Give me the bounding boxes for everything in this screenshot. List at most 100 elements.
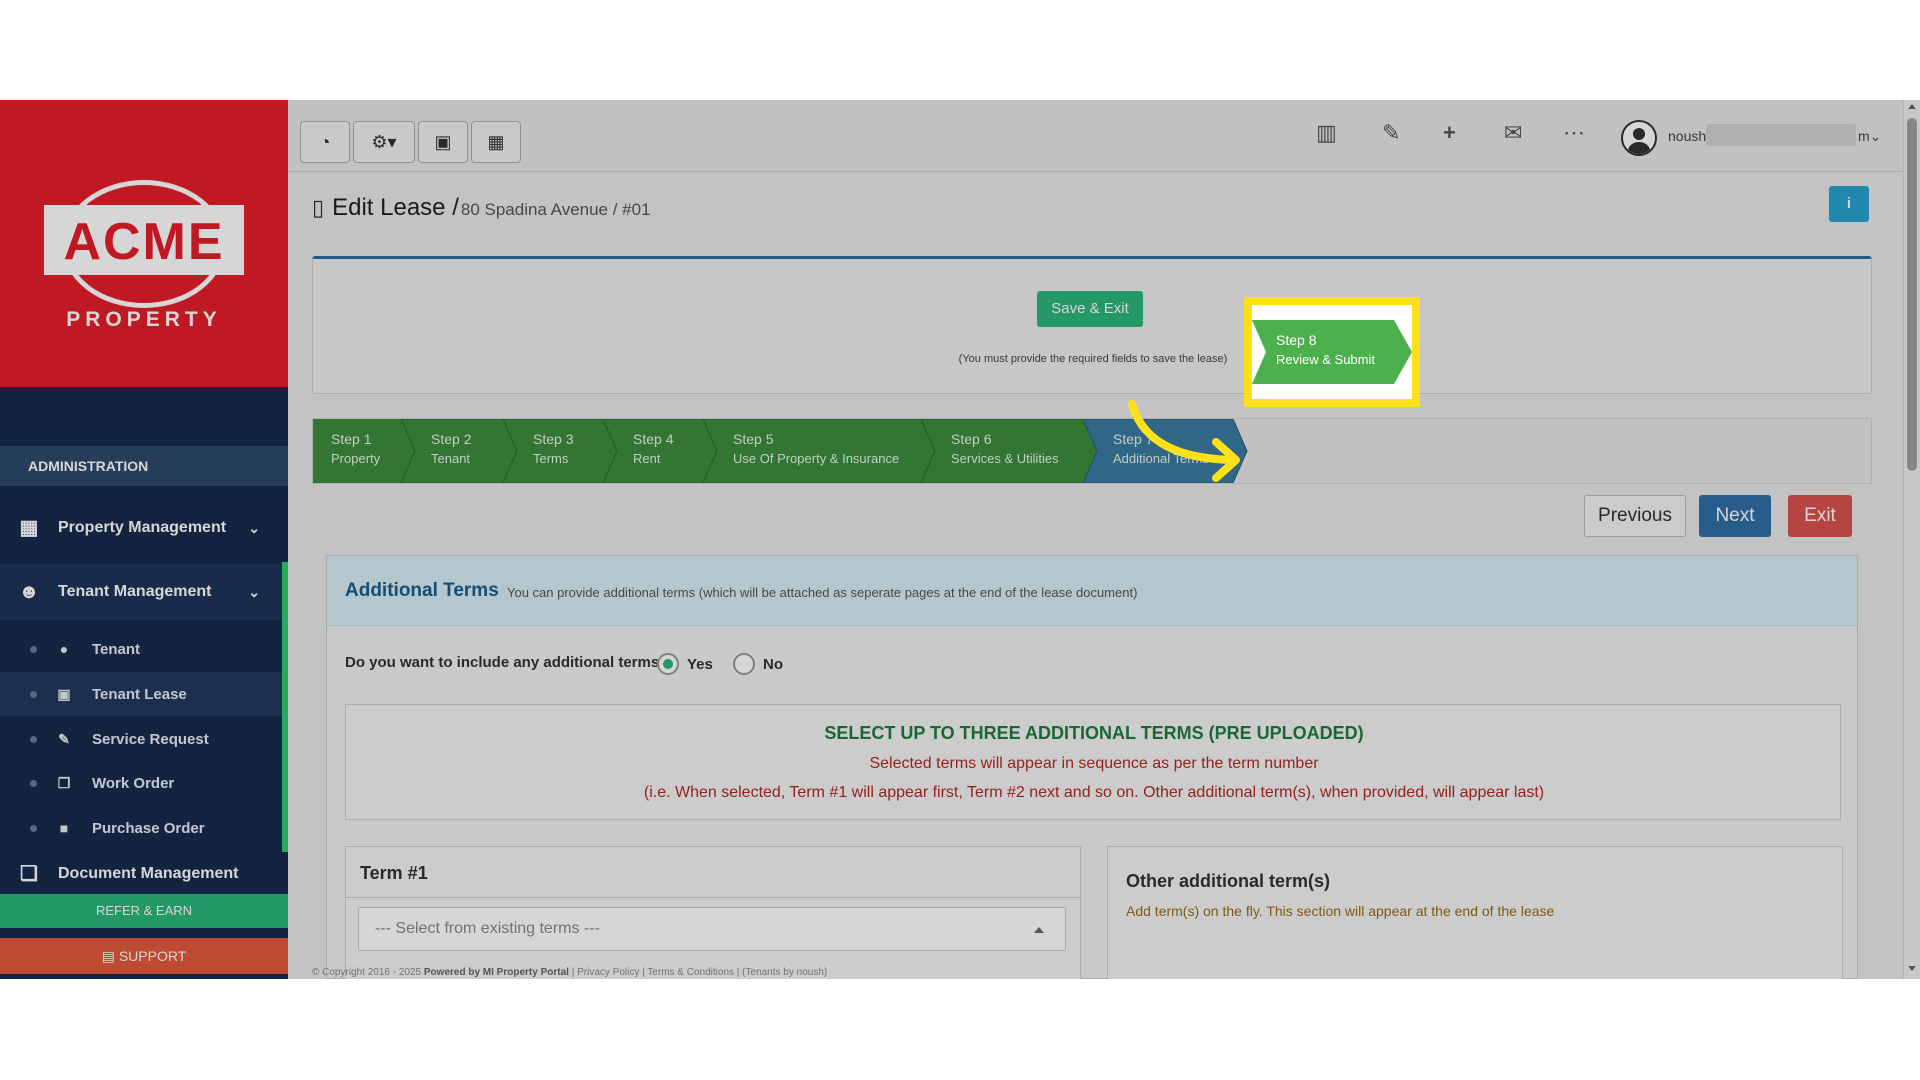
step-8-title[interactable]: Step 8 bbox=[1276, 332, 1316, 348]
yes-radio[interactable] bbox=[657, 653, 679, 675]
page-scrollbar[interactable] bbox=[1903, 100, 1920, 979]
exit-button[interactable]: Exit bbox=[1788, 495, 1852, 537]
reports-icon[interactable]: ▥ bbox=[1316, 120, 1337, 146]
chevron-down-icon: ⌄ bbox=[248, 519, 260, 536]
step-4[interactable]: Step 4 Rent bbox=[615, 419, 673, 483]
step-6[interactable]: Step 6 Services & Utilities bbox=[933, 419, 1059, 483]
footer: © Copyright 2016 - 2025 Powered by MI Pr… bbox=[312, 967, 827, 978]
save-note: (You must provide the required fields to… bbox=[958, 353, 1228, 365]
more-icon[interactable]: ⋯ bbox=[1563, 120, 1585, 146]
chevron-down-icon: ⌄ bbox=[1869, 128, 1882, 144]
step-title: Step 1 bbox=[331, 431, 372, 447]
step-title: Step 4 bbox=[633, 431, 674, 447]
section-description: You can provide additional terms (which … bbox=[507, 585, 1138, 600]
next-button[interactable]: Next bbox=[1699, 495, 1771, 537]
sidebar-sub-tenant-lease[interactable]: ▣ Tenant Lease bbox=[0, 672, 282, 716]
app-window: ACME PROPERTY ADMINISTRATION ▦ Property … bbox=[0, 100, 1920, 979]
info-icon: i bbox=[1846, 195, 1852, 212]
user-icon: ● bbox=[59, 641, 69, 657]
add-icon[interactable]: + bbox=[1443, 120, 1456, 146]
scroll-up-icon[interactable] bbox=[1908, 104, 1916, 109]
calculator-icon: ▦ bbox=[487, 132, 505, 152]
notice-line: (i.e. When selected, Term #1 will appear… bbox=[643, 784, 1545, 801]
user-name-tail: m bbox=[1858, 128, 1870, 144]
wrench-icon: ✎ bbox=[58, 730, 70, 747]
footer-links[interactable]: | Privacy Policy | Terms & Conditions | bbox=[572, 967, 740, 978]
term-1-title: Term #1 bbox=[360, 863, 428, 883]
sidebar-item-label: Property Management bbox=[58, 519, 227, 536]
footer-powered-link[interactable]: Powered by MI Property Portal bbox=[424, 967, 569, 978]
step-5[interactable]: Step 5 Use Of Property & Insurance bbox=[715, 419, 899, 483]
tree-dot bbox=[30, 735, 37, 743]
book-icon: ▤ bbox=[101, 948, 119, 964]
calendar-button[interactable]: ▣ bbox=[418, 121, 468, 163]
page-subtitle: 80 Spadina Avenue / #01 bbox=[460, 200, 651, 219]
dashboard-icon: ◔ bbox=[319, 132, 331, 152]
other-terms-note: Add term(s) on the fly. This section wil… bbox=[1126, 903, 1555, 919]
no-label[interactable]: No bbox=[763, 656, 783, 673]
save-exit-button[interactable]: Save & Exit bbox=[1037, 291, 1143, 327]
sidebar-sub-tenant[interactable]: ● Tenant bbox=[0, 627, 282, 671]
logo-name: ACME bbox=[63, 213, 225, 271]
other-terms-title: Other additional term(s) bbox=[1126, 871, 1331, 891]
users-icon: ☻ bbox=[18, 581, 40, 603]
wrench-icon[interactable]: ✎ bbox=[1382, 120, 1400, 146]
step-name: Use Of Property & Insurance bbox=[733, 451, 900, 466]
refer-earn-button[interactable]: REFER & EARN bbox=[0, 894, 288, 928]
additional-terms-header: Additional Terms You can provide additio… bbox=[327, 556, 1857, 626]
step-1[interactable]: Step 1 Property bbox=[313, 419, 380, 483]
settings-dropdown[interactable]: ⚙▾ bbox=[353, 121, 415, 163]
dashboard-button[interactable]: ◔ bbox=[300, 121, 350, 163]
main-content: ▯ Edit Lease /80 Spadina Avenue / #01 i S… bbox=[288, 172, 1903, 979]
sidebar-item-label: Document Management bbox=[58, 865, 239, 882]
no-radio[interactable] bbox=[733, 653, 755, 675]
calendar-icon: ▣ bbox=[434, 132, 452, 152]
brand-logo[interactable]: ACME PROPERTY bbox=[0, 100, 288, 387]
sidebar-sub-service-request[interactable]: ✎ Service Request bbox=[0, 717, 282, 761]
include-terms-question: Do you want to include any additional te… bbox=[345, 654, 669, 671]
scroll-down-icon[interactable] bbox=[1908, 966, 1916, 971]
step-name: Rent bbox=[633, 451, 661, 466]
previous-button[interactable]: Previous bbox=[1584, 495, 1686, 537]
top-bar: ◔ ⚙▾ ▣ ▦ ▥ ✎ + ✉ ⋯ noush m⌄ bbox=[288, 100, 1920, 172]
sidebar-section-label: ADMINISTRATION bbox=[0, 446, 288, 486]
step-2[interactable]: Step 2 Tenant bbox=[413, 419, 471, 483]
support-button[interactable]: ▤ SUPPORT bbox=[0, 938, 288, 974]
tree-dot bbox=[30, 690, 37, 698]
page-title-text: Edit Lease / bbox=[332, 194, 459, 221]
sidebar-item-document-management[interactable]: ❏ Document Management bbox=[0, 852, 288, 896]
mail-icon[interactable]: ✉ bbox=[1504, 120, 1522, 146]
step-name: Property bbox=[331, 451, 381, 466]
callout-arrow-icon bbox=[1128, 400, 1240, 482]
sidebar-item-property-management[interactable]: ▦ Property Management ⌄ bbox=[0, 500, 288, 556]
other-terms-box: Other additional term(s) Add term(s) on … bbox=[1107, 846, 1843, 979]
notice-line: Selected terms will appear in sequence a… bbox=[869, 755, 1319, 772]
sidebar-item-tenant-management[interactable]: ☻ Tenant Management ⌄ bbox=[0, 564, 288, 620]
term-1-select[interactable]: --- Select from existing terms --- bbox=[358, 907, 1066, 951]
info-button[interactable]: i bbox=[1829, 186, 1869, 222]
calculator-button[interactable]: ▦ bbox=[471, 121, 521, 163]
scroll-thumb[interactable] bbox=[1907, 118, 1917, 471]
truck-icon: ■ bbox=[59, 820, 69, 836]
page-title: ▯ Edit Lease /80 Spadina Avenue / #01 bbox=[312, 194, 651, 222]
sidebar-sub-work-order[interactable]: ❐ Work Order bbox=[0, 761, 282, 805]
footer-copyright: © Copyright 2016 - 2025 bbox=[312, 967, 422, 978]
step-name: Terms bbox=[533, 451, 569, 466]
divider bbox=[346, 897, 1080, 898]
user-menu-toggle[interactable]: m⌄ bbox=[1858, 128, 1881, 145]
step-3[interactable]: Step 3 Terms bbox=[515, 419, 573, 483]
user-name-redacted bbox=[1706, 124, 1856, 146]
save-panel: Save & Exit (You must provide the requir… bbox=[312, 256, 1872, 394]
tree-dot bbox=[30, 779, 37, 787]
sidebar: ACME PROPERTY ADMINISTRATION ▦ Property … bbox=[0, 100, 288, 979]
avatar[interactable] bbox=[1621, 120, 1657, 156]
yes-label[interactable]: Yes bbox=[687, 656, 713, 673]
document-icon: ▯ bbox=[312, 195, 325, 220]
step-8-name[interactable]: Review & Submit bbox=[1276, 352, 1375, 367]
step-name: Tenant bbox=[431, 451, 471, 466]
sidebar-sub-label: Work Order bbox=[92, 774, 175, 792]
calendar-check-icon: ▣ bbox=[57, 685, 71, 702]
user-name[interactable]: noush bbox=[1668, 128, 1706, 144]
documents-icon: ❏ bbox=[20, 863, 38, 885]
sidebar-sub-purchase-order[interactable]: ■ Purchase Order bbox=[0, 806, 282, 850]
